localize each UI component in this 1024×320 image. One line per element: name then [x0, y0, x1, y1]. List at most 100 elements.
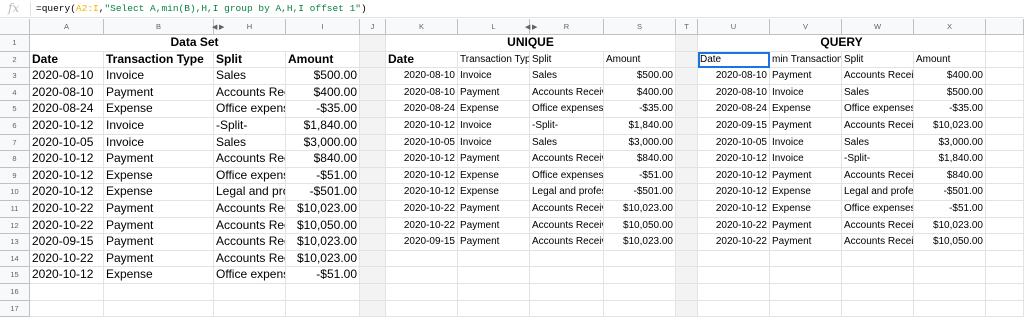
query-cell[interactable]: Accounts Receiv [842, 68, 914, 85]
dataset-cell[interactable]: $10,023.00 [286, 250, 360, 268]
unique-cell[interactable]: Office expenses [530, 167, 604, 185]
dataset-cell[interactable]: Sales [214, 68, 286, 85]
unique-cell[interactable]: $400.00 [604, 84, 676, 102]
row-header-4[interactable]: 4 [0, 84, 30, 102]
cell[interactable] [676, 167, 698, 185]
query-header[interactable]: Split [842, 51, 914, 69]
cell[interactable] [676, 101, 698, 118]
cell[interactable] [360, 134, 386, 152]
column-header-u[interactable]: U [698, 19, 770, 35]
cell[interactable] [530, 267, 604, 284]
column-header-k[interactable]: K [386, 19, 458, 35]
cell[interactable] [360, 68, 386, 85]
cell[interactable] [360, 118, 386, 135]
row-header-13[interactable]: 13 [0, 234, 30, 251]
unique-header[interactable]: Amount [604, 51, 676, 69]
unique-cell[interactable]: -Split- [530, 118, 604, 135]
cell[interactable] [842, 267, 914, 284]
cell[interactable] [604, 250, 676, 268]
dataset-cell[interactable]: 2020-10-12 [30, 184, 104, 201]
dataset-header[interactable]: Date [30, 51, 104, 69]
dataset-cell[interactable]: -$51.00 [286, 267, 360, 284]
cell[interactable] [986, 51, 1024, 69]
query-cell[interactable]: Accounts Receiv [842, 167, 914, 185]
cell[interactable] [604, 284, 676, 301]
formula-bar[interactable]: fx =query(A2:I,"Select A,min(B),H,I grou… [0, 0, 1024, 18]
dataset-cell[interactable]: Payment [104, 201, 214, 218]
cell[interactable] [986, 84, 1024, 102]
cell[interactable] [986, 184, 1024, 201]
query-cell[interactable]: 2020-08-10 [698, 68, 770, 85]
unique-cell[interactable]: Payment [458, 151, 530, 168]
cell[interactable] [914, 284, 986, 301]
unique-cell[interactable]: $10,050.00 [604, 217, 676, 235]
dataset-cell[interactable]: Office expens [214, 267, 286, 284]
query-cell[interactable]: $840.00 [914, 167, 986, 185]
unique-header[interactable]: Split [530, 51, 604, 69]
unique-cell[interactable]: Payment [458, 217, 530, 235]
query-cell[interactable]: Office expenses [842, 101, 914, 118]
dataset-cell[interactable]: Expense [104, 101, 214, 118]
dataset-cell[interactable]: $400.00 [286, 84, 360, 102]
dataset-cell[interactable]: Invoice [104, 134, 214, 152]
query-cell[interactable]: $500.00 [914, 84, 986, 102]
unique-cell[interactable]: $1,840.00 [604, 118, 676, 135]
column-header-i[interactable]: I [286, 19, 360, 35]
unique-cell[interactable]: 2020-10-05 [386, 134, 458, 152]
cell[interactable] [676, 134, 698, 152]
cell[interactable] [104, 284, 214, 301]
dataset-cell[interactable]: Accounts Rec [214, 151, 286, 168]
dataset-cell[interactable]: Expense [104, 167, 214, 185]
query-cell[interactable]: $10,023.00 [914, 217, 986, 235]
query-cell[interactable]: $10,050.00 [914, 234, 986, 251]
dataset-cell[interactable]: Invoice [104, 118, 214, 135]
row-header-12[interactable]: 12 [0, 217, 30, 235]
unique-cell[interactable]: 2020-10-12 [386, 184, 458, 201]
row-header-11[interactable]: 11 [0, 201, 30, 218]
unique-cell[interactable]: $10,023.00 [604, 201, 676, 218]
cell[interactable] [676, 300, 698, 318]
cell[interactable] [458, 250, 530, 268]
dataset-cell[interactable]: 2020-10-22 [30, 217, 104, 235]
query-cell[interactable]: 2020-09-15 [698, 118, 770, 135]
dataset-cell[interactable]: $500.00 [286, 68, 360, 85]
query-cell[interactable]: Sales [842, 134, 914, 152]
cell[interactable] [770, 284, 842, 301]
dataset-cell[interactable]: 2020-10-22 [30, 201, 104, 218]
query-cell[interactable]: Office expenses [842, 201, 914, 218]
cell[interactable] [770, 300, 842, 318]
query-cell[interactable]: Payment [770, 118, 842, 135]
query-cell[interactable]: 2020-10-12 [698, 167, 770, 185]
unique-cell[interactable]: $840.00 [604, 151, 676, 168]
column-header-x[interactable]: X [914, 19, 986, 35]
query-cell[interactable]: Invoice [770, 84, 842, 102]
cell[interactable] [386, 250, 458, 268]
cell[interactable] [676, 217, 698, 235]
cell[interactable] [214, 300, 286, 318]
cell[interactable] [530, 300, 604, 318]
query-cell[interactable]: Legal and profes [842, 184, 914, 201]
unique-cell[interactable]: Payment [458, 201, 530, 218]
cell[interactable] [676, 284, 698, 301]
dataset-cell[interactable]: $10,050.00 [286, 217, 360, 235]
cell[interactable] [386, 300, 458, 318]
cell[interactable] [986, 234, 1024, 251]
row-header-9[interactable]: 9 [0, 167, 30, 185]
cell[interactable] [698, 300, 770, 318]
row-header-7[interactable]: 7 [0, 134, 30, 152]
cell[interactable] [698, 284, 770, 301]
cell[interactable] [360, 201, 386, 218]
cell[interactable] [676, 184, 698, 201]
select-all-corner[interactable] [0, 19, 30, 35]
query-cell[interactable]: Sales [842, 84, 914, 102]
cell[interactable] [604, 300, 676, 318]
row-header-14[interactable]: 14 [0, 250, 30, 268]
cell[interactable] [842, 300, 914, 318]
dataset-cell[interactable]: 2020-10-22 [30, 250, 104, 268]
query-cell[interactable]: -$501.00 [914, 184, 986, 201]
cell[interactable] [360, 267, 386, 284]
dataset-cell[interactable]: Accounts Rec [214, 84, 286, 102]
cell[interactable] [458, 267, 530, 284]
unique-cell[interactable]: $500.00 [604, 68, 676, 85]
cell[interactable] [986, 284, 1024, 301]
